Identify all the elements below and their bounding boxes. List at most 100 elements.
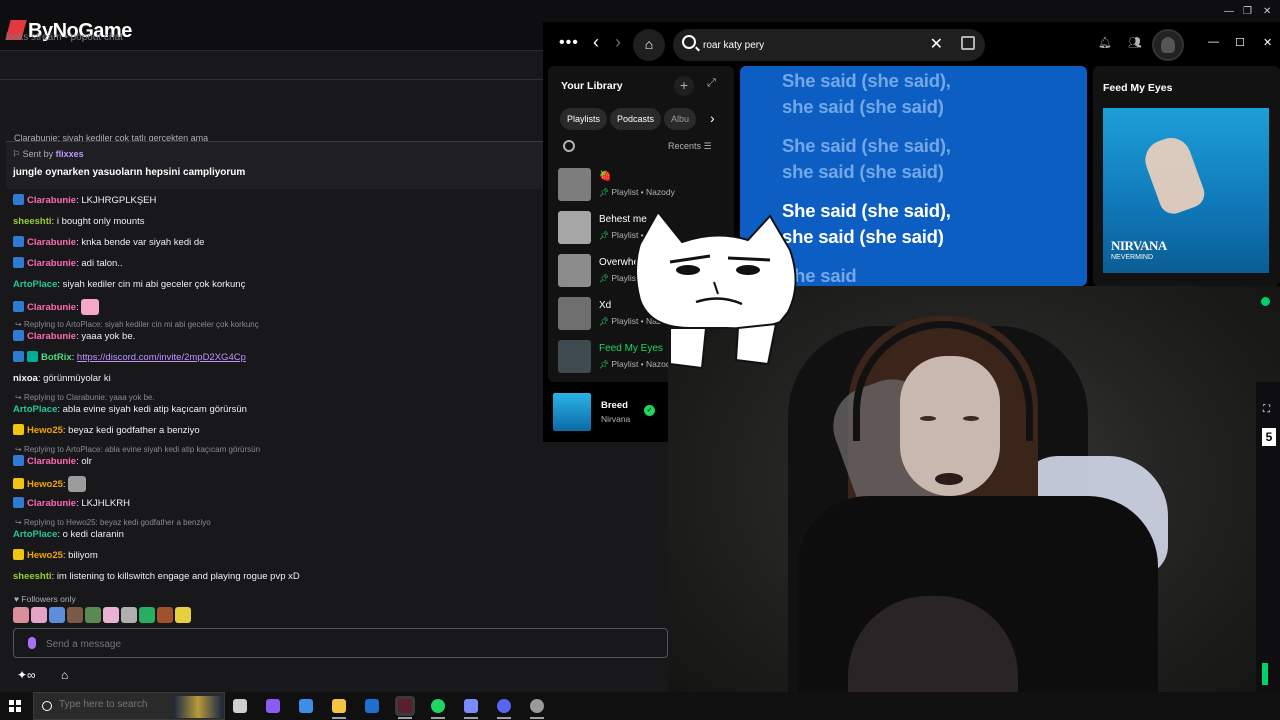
chat-username[interactable]: Hewo25 [27, 425, 63, 436]
reply-context[interactable]: ↪ Replying to Clarabunie: yaaa yok be. [15, 393, 155, 402]
avatar[interactable] [1152, 29, 1184, 61]
friends-icon[interactable]: 👥︎ [1128, 37, 1142, 49]
minimize-icon[interactable]: — [1224, 6, 1234, 17]
restore-icon[interactable]: ❐ [1243, 6, 1252, 17]
emote-icon[interactable] [68, 476, 87, 492]
prime-badge-icon[interactable] [13, 236, 24, 247]
minimize-icon[interactable]: — [1208, 36, 1219, 48]
sort-recents-button[interactable]: Recents ☰ [668, 141, 712, 152]
home-icon[interactable]: ⌂ [633, 29, 665, 61]
now-playing-title[interactable]: Breed [601, 400, 628, 411]
lyric-line[interactable]: she said (she said) [782, 159, 944, 185]
forward-arrow-icon[interactable]: › [615, 32, 621, 53]
prime-badge-icon[interactable] [13, 455, 24, 466]
back-arrow-icon[interactable]: ‹ [593, 32, 599, 53]
microphone-icon[interactable] [28, 637, 36, 649]
browser-taskbar-icon[interactable] [395, 696, 415, 716]
chat-username[interactable]: sheeshti [13, 571, 52, 582]
filter-chip[interactable]: Albu [664, 108, 697, 130]
store-taskbar-icon[interactable] [296, 696, 316, 716]
reply-context[interactable]: ↪ Replying to ArtoPlace: abla evine siya… [15, 445, 260, 454]
crown-badge-icon[interactable] [13, 478, 24, 489]
emote-icon[interactable] [13, 607, 29, 623]
spotify-search-input[interactable] [703, 36, 923, 54]
emote-icon[interactable] [67, 607, 83, 623]
obs-taskbar-icon[interactable] [527, 696, 547, 716]
chat-username[interactable]: Hewo25 [27, 550, 63, 561]
liked-check-icon[interactable]: ✓ [644, 405, 655, 416]
reply-context[interactable]: ↪ Replying to ArtoPlace: siyah kediler c… [15, 320, 259, 329]
chips-next-icon[interactable]: › [710, 110, 715, 126]
chat-username[interactable]: Clarabunie [27, 498, 76, 509]
taskbar-search[interactable] [33, 692, 225, 720]
lyric-line[interactable]: She said (she said), [782, 68, 951, 94]
copilot-taskbar-icon[interactable] [263, 696, 283, 716]
emote-icon[interactable] [103, 607, 119, 623]
library-search-icon[interactable] [563, 140, 575, 152]
lyric-line[interactable]: she said (she said) [782, 224, 944, 250]
more-menu-icon[interactable]: ••• [559, 34, 579, 52]
outlook-taskbar-icon[interactable] [362, 696, 382, 716]
file-explorer-taskbar-icon[interactable] [329, 696, 349, 716]
emote-icon[interactable] [175, 607, 191, 623]
emote-icon[interactable] [49, 607, 65, 623]
playlist-item[interactable]: 🍓 📌︎ Playlist • Nazody [558, 168, 728, 204]
expand-library-icon[interactable]: ⤢ [707, 77, 716, 90]
spotify-search-bar[interactable]: ✕ [673, 29, 985, 61]
chat-username[interactable]: nixoa [13, 373, 38, 384]
spotify-taskbar-icon[interactable] [428, 696, 448, 716]
emote-icon[interactable] [139, 607, 155, 623]
chat-username[interactable]: Clarabunie [27, 456, 76, 467]
emote-icon[interactable] [31, 607, 47, 623]
crown-badge-icon[interactable] [13, 424, 24, 435]
chat-username[interactable]: ArtoPlace [13, 529, 57, 540]
now-playing-bar[interactable]: Breed Nirvana ✓ [543, 384, 668, 442]
prime-badge-icon[interactable] [13, 497, 24, 508]
send-message-input[interactable] [46, 635, 646, 653]
lyric-line[interactable]: She said (she said), [782, 198, 951, 224]
chat-username[interactable]: Clarabunie [27, 331, 76, 342]
settings-taskbar-icon[interactable] [461, 696, 481, 716]
chat-username[interactable]: ArtoPlace [13, 404, 57, 415]
chat-username[interactable]: Clarabunie [27, 195, 76, 206]
chat-username[interactable]: BotRix [41, 352, 72, 363]
prime-badge-icon[interactable] [13, 194, 24, 205]
chat-username[interactable]: Hewo25 [27, 479, 63, 490]
chat-username[interactable]: Clarabunie [27, 237, 76, 248]
lyric-line[interactable]: she said (she said) [782, 94, 944, 120]
prime-badge-icon[interactable] [13, 301, 24, 312]
create-playlist-button[interactable]: + [674, 76, 694, 96]
store-icon[interactable]: ⌂ [61, 668, 68, 682]
filter-chip[interactable]: Playlists [560, 108, 608, 130]
emote-icon[interactable] [85, 607, 101, 623]
chat-username[interactable]: sheeshti [13, 216, 52, 227]
points-icon[interactable]: ✦∞ [17, 668, 36, 682]
reply-context[interactable]: ↪ Replying to Hewo25: beyaz kedi godfath… [15, 518, 211, 527]
browse-icon[interactable] [961, 36, 975, 50]
prime-badge-icon[interactable] [13, 351, 24, 362]
emote-icon[interactable] [157, 607, 173, 623]
clear-search-icon[interactable]: ✕ [930, 34, 943, 54]
side-panel-title[interactable]: Feed My Eyes [1103, 82, 1172, 94]
emote-icon[interactable] [121, 607, 137, 623]
chat-input-box[interactable] [13, 628, 668, 658]
chat-username[interactable]: Clarabunie [27, 302, 76, 313]
chat-username[interactable]: ArtoPlace [13, 279, 57, 290]
close-icon[interactable]: ✕ [1263, 36, 1272, 49]
chat-link[interactable]: https://discord.com/invite/2mpD2XG4Cp [77, 352, 246, 363]
emote-icon[interactable] [81, 299, 100, 315]
task-view-taskbar-icon[interactable] [230, 696, 250, 716]
chat-username[interactable]: Clarabunie [27, 258, 76, 269]
crown-badge-icon[interactable] [13, 549, 24, 560]
filter-chip[interactable]: Podcasts [610, 108, 662, 130]
prime-badge-icon[interactable] [13, 330, 24, 341]
discord-taskbar-icon[interactable] [494, 696, 514, 716]
now-playing-artist[interactable]: Nirvana [601, 414, 630, 424]
lyric-line[interactable]: She said (she said), [782, 133, 951, 159]
close-icon[interactable]: ✕ [1263, 6, 1271, 17]
bell-icon[interactable]: 🔔︎ [1098, 37, 1112, 49]
verified-badge-icon[interactable] [27, 351, 38, 362]
prime-badge-icon[interactable] [13, 257, 24, 268]
windows-start-icon[interactable] [9, 700, 21, 712]
fullscreen-icon[interactable]: ⛶ [1263, 404, 1270, 415]
